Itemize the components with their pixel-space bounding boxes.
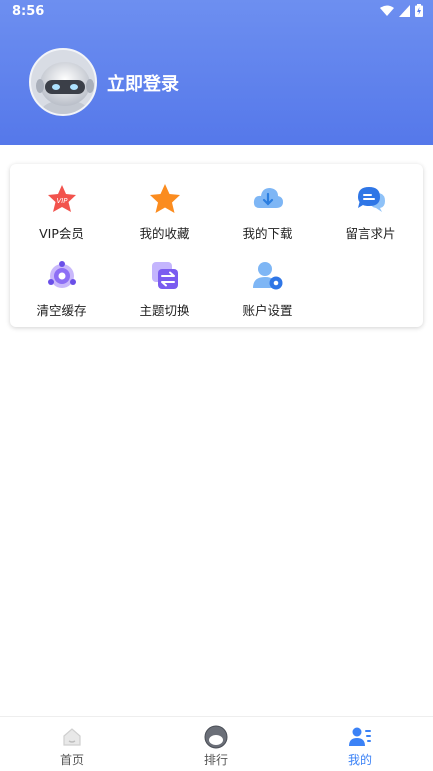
tab-mine[interactable]: 我的	[288, 717, 432, 771]
ranking-icon	[204, 725, 228, 749]
battery-icon	[415, 4, 423, 17]
menu-item-label: VIP会员	[39, 226, 84, 241]
user-settings-icon	[253, 262, 283, 290]
tab-label: 排行	[203, 753, 228, 767]
menu-card: VIP VIP会员 我的收藏 我的下载 留言求片 清空缓存 主题切换 账户设置	[10, 164, 423, 327]
menu-item-downloads[interactable]: 我的下载	[216, 183, 319, 253]
tab-ranking[interactable]: 排行	[144, 717, 288, 771]
wifi-icon	[380, 5, 394, 16]
theme-switch-icon	[152, 262, 178, 289]
menu-item-label: 我的下载	[242, 226, 293, 241]
menu-item-label: 我的收藏	[139, 226, 190, 241]
star-icon	[150, 184, 180, 213]
profile-header: 8:56 立即登录	[0, 0, 433, 145]
cloud-download-icon	[253, 188, 283, 208]
signal-icon	[399, 4, 410, 17]
cache-orbit-icon	[48, 261, 76, 288]
home-icon	[63, 728, 81, 746]
status-bar: 8:56	[0, 0, 433, 24]
menu-item-label: 主题切换	[139, 303, 190, 318]
svg-text:VIP: VIP	[56, 197, 68, 205]
menu-item-label: 留言求片	[345, 226, 396, 241]
menu-item-vip[interactable]: VIP VIP会员	[10, 183, 113, 253]
menu-item-clear-cache[interactable]: 清空缓存	[10, 260, 113, 330]
menu-item-favorites[interactable]: 我的收藏	[113, 183, 216, 253]
tab-home[interactable]: 首页	[0, 717, 144, 771]
chat-bubble-icon	[358, 187, 385, 212]
login-link[interactable]: 立即登录	[107, 70, 179, 96]
vip-star-icon: VIP	[48, 185, 76, 212]
menu-item-theme[interactable]: 主题切换	[113, 260, 216, 330]
tab-label: 我的	[347, 753, 372, 767]
tab-label: 首页	[59, 753, 84, 767]
status-time: 8:56	[12, 4, 45, 19]
menu-item-label: 清空缓存	[36, 303, 87, 318]
status-icons	[380, 4, 423, 17]
menu-item-request[interactable]: 留言求片	[319, 183, 422, 253]
menu-item-label: 账户设置	[242, 303, 293, 318]
menu-item-account-settings[interactable]: 账户设置	[216, 260, 319, 330]
user-profile-icon	[349, 727, 371, 746]
robot-avatar-icon	[31, 50, 95, 114]
bottom-tab-bar: 首页 排行 我的	[0, 716, 433, 771]
avatar[interactable]	[29, 48, 97, 116]
